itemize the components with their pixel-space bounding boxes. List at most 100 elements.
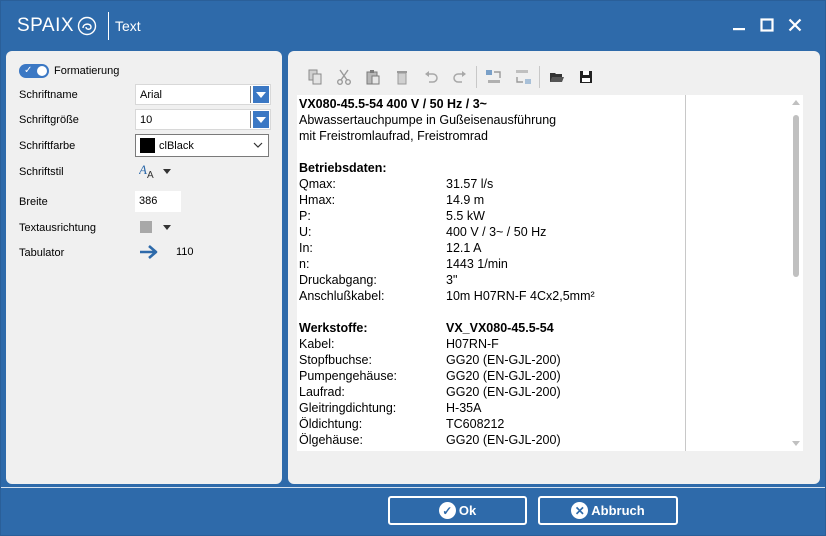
formatting-toggle-label: Formatierung [54, 65, 120, 77]
scroll-up-icon[interactable] [792, 100, 800, 105]
editor-line-value: 12.1 A [446, 241, 482, 255]
editor-line-key: Laufrad: [299, 385, 345, 399]
editor-line: Gleitringdichtung: H-35A [299, 400, 679, 416]
scroll-down-icon[interactable] [792, 441, 800, 446]
arrow-right-icon [140, 245, 158, 259]
editor-panel: VX080-45.5-54 400 V / 50 Hz / 3~ Abwasser… [288, 51, 820, 484]
paste-button[interactable] [358, 67, 387, 87]
editor-line: P: 5.5 kW [299, 208, 679, 224]
text-editor[interactable]: VX080-45.5-54 400 V / 50 Hz / 3~ Abwasser… [297, 95, 685, 451]
font-color-combo[interactable]: clBlack [135, 134, 269, 157]
editor-line-key: Hmax: [299, 193, 336, 207]
title-separator [108, 12, 109, 40]
minimize-button[interactable] [728, 14, 750, 36]
font-style-selector[interactable]: A A [139, 163, 171, 179]
editor-line-value: H-35A [446, 401, 482, 415]
text-align-selector[interactable] [139, 220, 171, 234]
svg-text:A: A [147, 170, 154, 179]
logo-text: SPAIX [17, 15, 75, 36]
formatting-toggle[interactable]: ✓ [19, 64, 49, 78]
check-icon: ✓ [24, 65, 33, 76]
editor-line-key: In: [299, 241, 313, 255]
text-align-label: Textausrichtung [19, 222, 97, 234]
font-size-dropdown-button[interactable] [253, 111, 269, 128]
editor-line-value: GG20 (EN-GJL-200) [446, 433, 561, 447]
check-circle-icon: ✓ [438, 502, 456, 519]
font-size-combo[interactable]: 10 [135, 109, 271, 130]
logo-swirl-icon [77, 16, 97, 36]
open-button[interactable] [542, 67, 571, 87]
editor-line-value: GG20 (EN-GJL-200) [446, 385, 561, 399]
font-name-combo[interactable]: Arial [135, 84, 271, 105]
export-button[interactable] [508, 67, 537, 87]
redo-button[interactable] [445, 67, 474, 87]
width-input[interactable]: 386 [135, 191, 181, 212]
undo-button[interactable] [416, 67, 445, 87]
close-button[interactable] [784, 14, 806, 36]
export-icon [515, 70, 531, 84]
font-name-dropdown-button[interactable] [253, 86, 269, 103]
cut-button[interactable] [329, 67, 358, 87]
font-name-value: Arial [140, 89, 163, 101]
editor-line: Qmax: 31.57 l/s [299, 176, 679, 192]
copy-button[interactable] [300, 67, 329, 87]
editor-line: Werkstoffe: VX_VX080-45.5-54 [299, 320, 679, 336]
editor-line: Abwassertauchpumpe in Gußeisenausführung [299, 112, 679, 128]
close-icon [788, 18, 802, 32]
toolbar-separator [539, 66, 540, 88]
editor-line-value: 3" [446, 273, 458, 287]
tabulator-value: 110 [176, 246, 194, 258]
window-title: Text [115, 18, 141, 34]
redo-icon [452, 71, 466, 83]
import-button[interactable] [479, 67, 508, 87]
editor-line: Laufrad: GG20 (EN-GJL-200) [299, 384, 679, 400]
ok-button[interactable]: ✓ Ok [388, 496, 527, 525]
tabulator-label: Tabulator [19, 247, 65, 259]
cancel-button-label: Abbruch [591, 503, 645, 518]
editor-line-value: 1443 1/min [446, 257, 508, 271]
editor-line: Druckabgang: 3" [299, 272, 679, 288]
editor-line: Kabel: H07RN-F [299, 336, 679, 352]
editor-line: mit Freistromlaufrad, Freistromrad [299, 128, 679, 144]
import-icon [485, 70, 501, 83]
editor-line: Betriebsdaten: [299, 160, 679, 176]
text-align-icon [140, 221, 152, 233]
editor-line-text: Abwassertauchpumpe in Gußeisenausführung [299, 113, 557, 127]
editor-line-value: 14.9 m [446, 193, 485, 207]
editor-line-key: n: [299, 257, 310, 271]
footer-divider [1, 487, 825, 488]
font-style-icon: A A [139, 163, 154, 179]
editor-line: Stopfbuchse: GG20 (EN-GJL-200) [299, 352, 679, 368]
combo-separator [250, 86, 251, 103]
editor-line-key: Anschlußkabel: [299, 289, 385, 303]
editor-line-key: P: [299, 209, 311, 223]
minimize-icon [733, 28, 745, 31]
combo-separator [250, 111, 251, 128]
maximize-button[interactable] [756, 14, 778, 36]
editor-line-key: Qmax: [299, 177, 336, 191]
title-bar[interactable]: SPAIX Text [1, 1, 825, 49]
cut-icon [336, 69, 351, 85]
editor-content: VX080-45.5-54 400 V / 50 Hz / 3~ Abwasser… [299, 96, 679, 448]
editor-line: Hmax: 14.9 m [299, 192, 679, 208]
editor-line-value: 5.5 kW [446, 209, 485, 223]
cancel-button[interactable]: ✕ Abbruch [538, 496, 678, 525]
editor-line: VX080-45.5-54 400 V / 50 Hz / 3~ [299, 96, 679, 112]
toolbar-separator [476, 66, 477, 88]
vertical-scrollbar[interactable] [789, 95, 803, 451]
font-color-value: clBlack [159, 140, 194, 152]
format-panel: ✓ Formatierung Schriftname Arial Schrift… [6, 51, 282, 484]
scroll-thumb[interactable] [793, 115, 799, 277]
editor-line-value: 400 V / 3~ / 50 Hz [446, 225, 547, 239]
editor-line-key: Pumpengehäuse: [299, 369, 397, 383]
save-button[interactable] [571, 67, 600, 87]
editor-line: Anschlußkabel: 10m H07RN-F 4Cx2,5mm² [299, 288, 679, 304]
font-color-label: Schriftfarbe [19, 140, 76, 152]
tabulator-control[interactable]: 110 [139, 244, 194, 260]
editor-line-text: mit Freistromlaufrad, Freistromrad [299, 129, 488, 143]
delete-button[interactable] [387, 67, 416, 87]
editor-line-key: Ölgehäuse: [299, 433, 363, 447]
close-circle-icon: ✕ [571, 502, 589, 519]
width-label: Breite [19, 196, 48, 208]
